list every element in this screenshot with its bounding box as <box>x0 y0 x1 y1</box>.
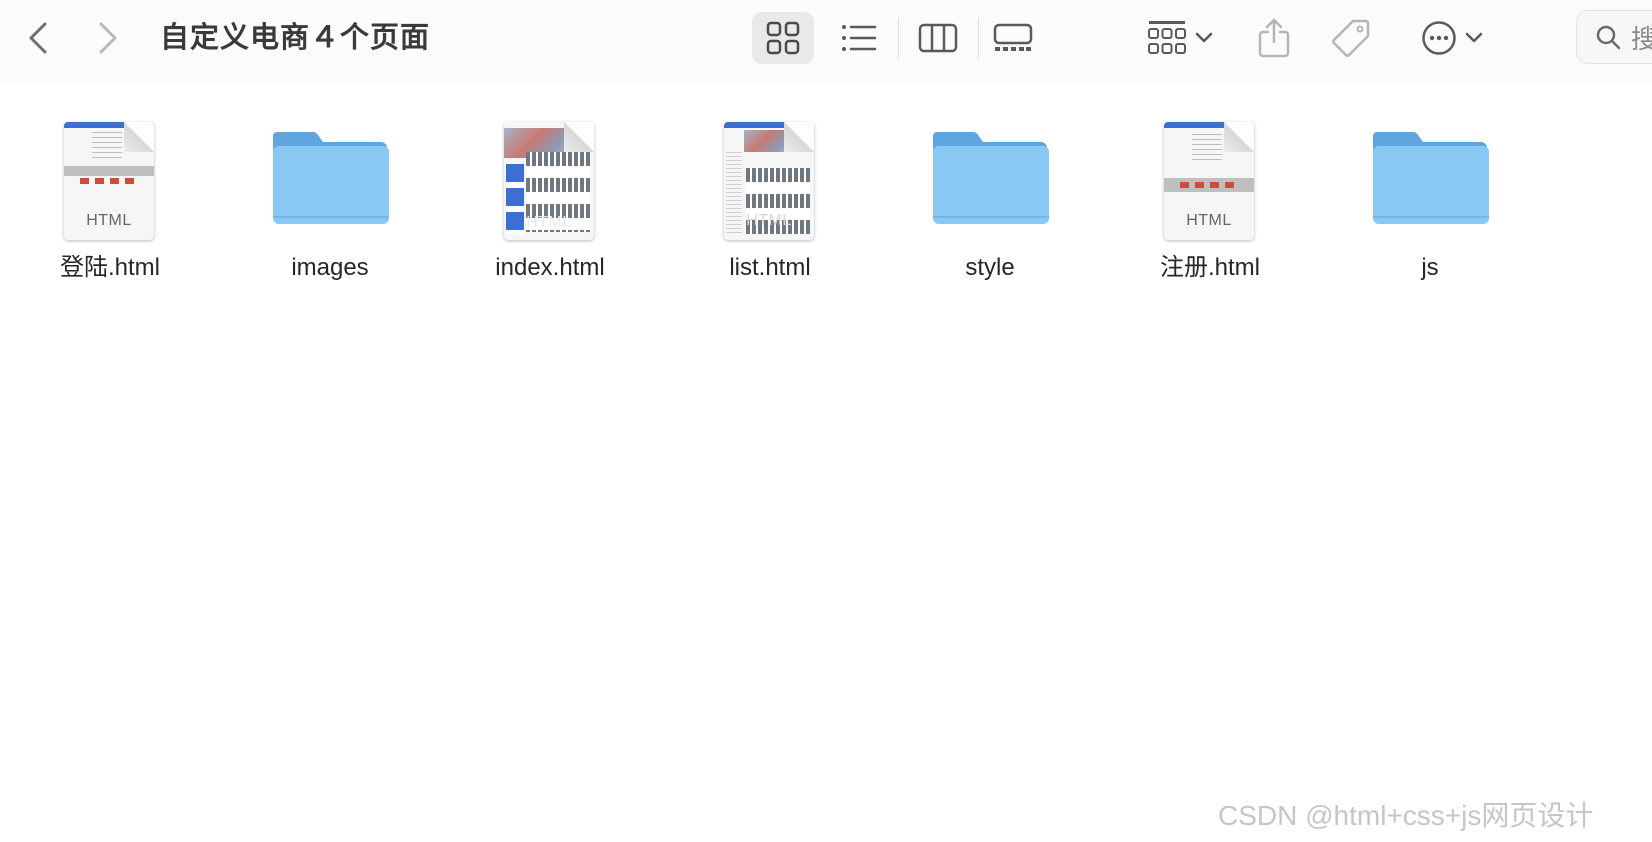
html-file-icon: HTML <box>45 110 175 250</box>
list-view-button[interactable] <box>828 12 890 64</box>
toolbar-separator <box>898 18 899 58</box>
column-view-button[interactable] <box>907 12 969 64</box>
file-name: list.html <box>729 254 811 281</box>
document-thumbnail: HTML <box>504 122 594 240</box>
folder-icon <box>1365 110 1495 250</box>
file-name: index.html <box>495 254 605 281</box>
file-name: js <box>1421 254 1439 281</box>
forward-button[interactable] <box>88 18 128 58</box>
icon-view-button[interactable] <box>752 12 814 64</box>
file-item-register-html[interactable]: HTML 注册.html <box>1100 110 1320 286</box>
gallery-view-button[interactable] <box>982 12 1044 64</box>
more-actions-button[interactable] <box>1412 14 1492 62</box>
search-placeholder: 搜 <box>1631 19 1652 56</box>
chevron-down-icon <box>1195 32 1213 43</box>
document-thumbnail: HTML <box>724 122 814 240</box>
file-name: 注册.html <box>1159 254 1260 281</box>
group-icon <box>1148 21 1186 54</box>
folder-graphic <box>1373 132 1489 224</box>
file-type-label: HTML <box>746 212 792 229</box>
watermark: CSDN @html+css+js网页设计 <box>1218 800 1594 831</box>
folder-icon <box>265 110 395 250</box>
file-name: images <box>291 254 369 281</box>
file-item-js-folder[interactable]: js <box>1320 110 1540 286</box>
file-item-login-html[interactable]: HTML 登陆.html <box>0 110 220 286</box>
html-file-icon: HTML <box>485 110 615 250</box>
share-icon <box>1258 18 1290 58</box>
toolbar: 自定义电商４个页面 <box>0 0 1652 84</box>
file-item-images-folder[interactable]: images <box>220 110 440 286</box>
file-name: 登陆.html <box>59 254 160 281</box>
chevron-down-icon <box>1465 32 1483 43</box>
file-type-label: HTML <box>1186 212 1232 229</box>
more-actions-icon <box>1422 21 1456 55</box>
document-thumbnail: HTML <box>1164 122 1254 240</box>
toolbar-separator <box>978 18 979 58</box>
file-item-index-html[interactable]: HTML index.html <box>440 110 660 286</box>
html-file-icon: HTML <box>1145 110 1275 250</box>
grid-view-icon <box>766 21 800 55</box>
file-item-list-html[interactable]: HTML list.html <box>660 110 880 286</box>
share-button[interactable] <box>1252 12 1296 64</box>
html-file-icon: HTML <box>705 110 835 250</box>
group-button[interactable] <box>1140 14 1220 62</box>
folder-icon <box>925 110 1055 250</box>
back-button[interactable] <box>18 18 58 58</box>
tag-button[interactable] <box>1328 12 1374 64</box>
chevron-left-icon <box>29 22 47 54</box>
column-view-icon <box>918 23 958 53</box>
file-name: style <box>965 254 1015 281</box>
gallery-view-icon <box>993 23 1033 51</box>
chevron-right-icon <box>99 22 117 54</box>
tag-icon <box>1332 19 1370 57</box>
file-type-label: HTML <box>86 212 132 229</box>
document-thumbnail: HTML <box>64 122 154 240</box>
file-item-style-folder[interactable]: style <box>880 110 1100 286</box>
window-title: 自定义电商４个页面 <box>160 22 431 54</box>
file-type-label: HTML <box>526 214 572 231</box>
list-view-icon <box>842 25 877 51</box>
search-field[interactable]: 搜 <box>1576 10 1652 64</box>
file-grid: HTML 登陆.html images HTML index.html HTML… <box>0 110 1652 310</box>
folder-graphic <box>273 132 389 224</box>
search-icon <box>1596 25 1621 50</box>
folder-graphic <box>933 132 1049 224</box>
